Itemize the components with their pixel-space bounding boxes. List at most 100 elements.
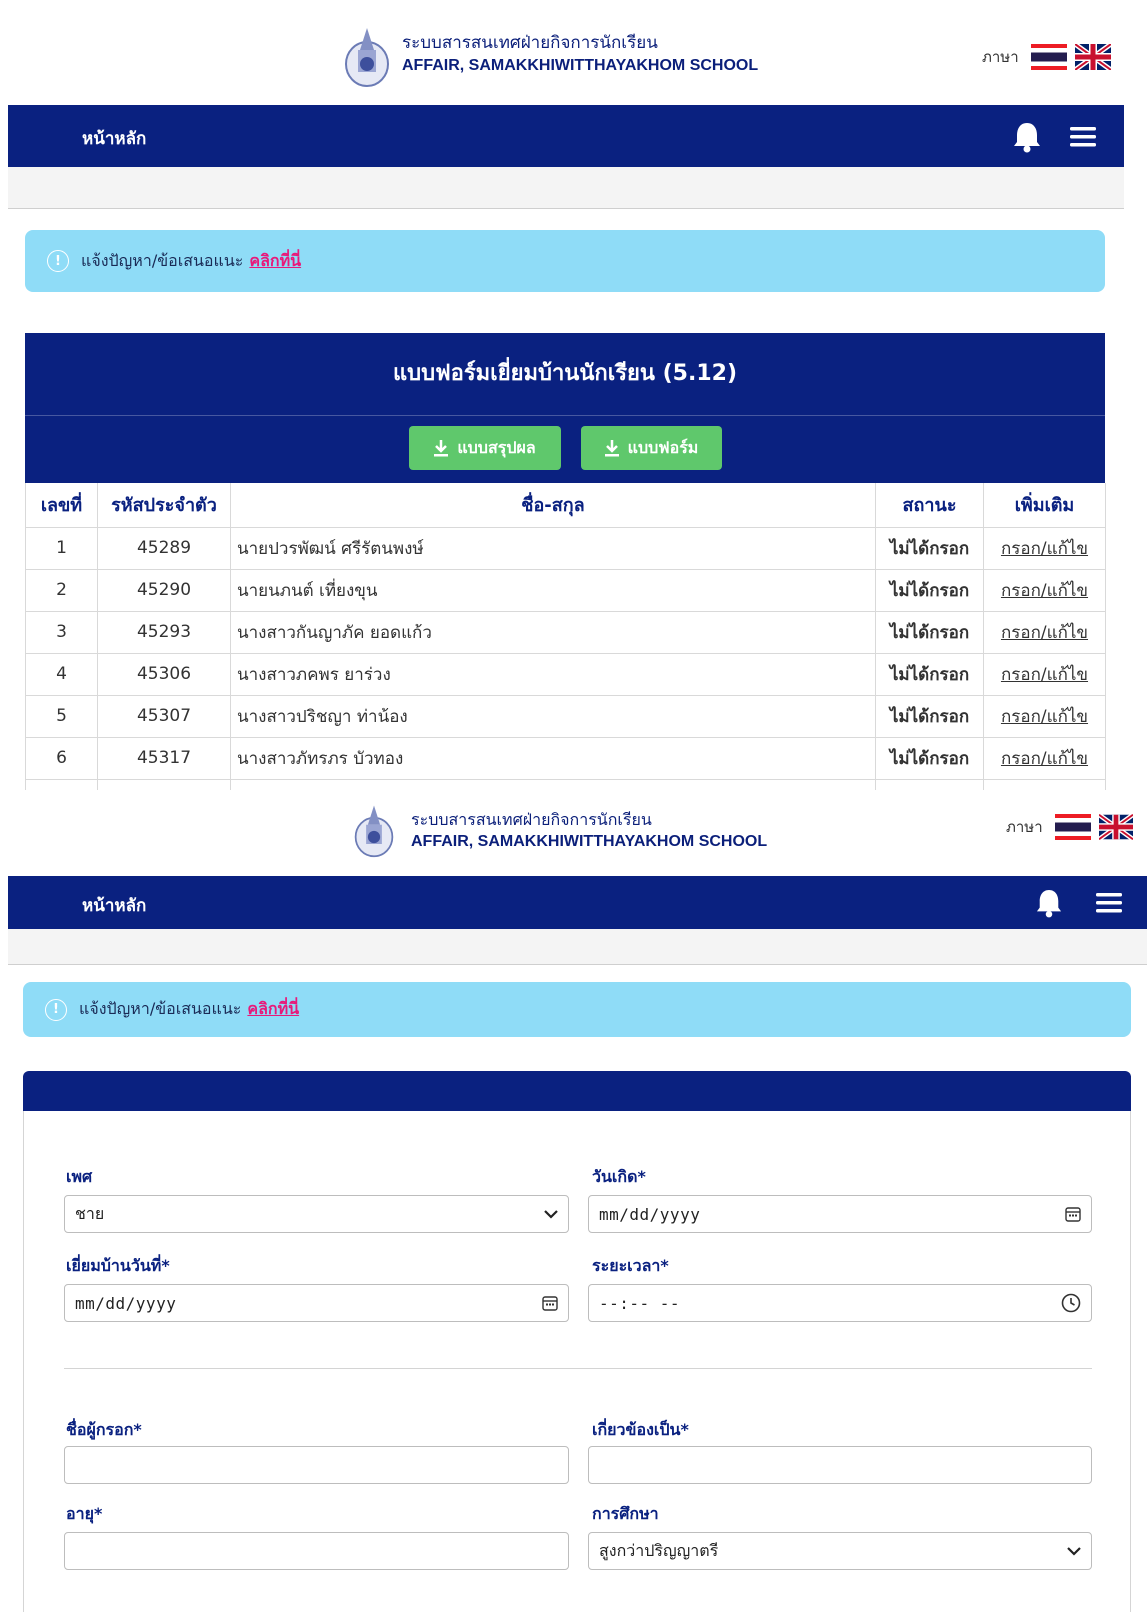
site-header: ระบบสารสนเทศฝ่ายกิจการนักเรียน AFFAIR, S… xyxy=(0,0,1147,100)
column-header-student-id: รหัสประจำตัว xyxy=(97,483,231,528)
site-title-english: AFFAIR, SAMAKKHIWITTHAYAKHOM SCHOOL xyxy=(411,833,768,850)
student-id: 45307 xyxy=(97,694,231,738)
screenshot-bottom: ระบบสารสนเทศฝ่ายกิจการนักเรียน AFFAIR, S… xyxy=(0,790,1147,1612)
birthdate-label: วันเกิด* xyxy=(592,1167,646,1186)
student-id: 45306 xyxy=(97,652,231,696)
age-label: อายุ* xyxy=(66,1504,103,1523)
age-input[interactable] xyxy=(64,1532,569,1570)
student-name: นางสาวปริชญา ท่าน้อง xyxy=(230,694,876,738)
chevron-down-icon xyxy=(544,1210,558,1219)
visit-date-input[interactable]: mm/dd/yyyy xyxy=(64,1284,569,1322)
row-number: 1 xyxy=(25,526,98,570)
school-crest-logo xyxy=(345,28,389,87)
fill-edit-link[interactable]: กรอก/แก้ไข xyxy=(983,526,1106,570)
fill-edit-link xyxy=(983,778,1106,790)
table-row xyxy=(25,778,1106,790)
column-header-status: สถานะ xyxy=(875,483,984,528)
status-badge: ไม่ได้กรอก xyxy=(875,568,984,612)
row-number: 2 xyxy=(25,568,98,612)
student-name: นางสาวภัทรภร บัวทอง xyxy=(230,736,876,780)
thai-flag-icon[interactable] xyxy=(1030,44,1067,70)
student-name: นายปวรพัฒน์ ศรีรัตนพงษ์ xyxy=(230,526,876,570)
language-label: ภาษา xyxy=(1006,818,1043,836)
clock-icon[interactable] xyxy=(1061,1293,1081,1313)
student-name: นายนภนต์ เที่ยงขุน xyxy=(230,568,876,612)
fill-edit-link[interactable]: กรอก/แก้ไข xyxy=(983,694,1106,738)
home-visit-card: แบบฟอร์มเยี่ยมบ้านนักเรียน (5.12) แบบสรุ… xyxy=(25,333,1105,483)
info-icon: ! xyxy=(45,998,67,1021)
student-id xyxy=(97,778,231,790)
form-button-label: แบบฟอร์ม xyxy=(627,439,699,457)
breadcrumb-bar xyxy=(8,929,1147,965)
status-badge: ไม่ได้กรอก xyxy=(875,652,984,696)
calendar-icon[interactable] xyxy=(542,1295,558,1311)
birthdate-placeholder: mm/dd/yyyy xyxy=(599,1204,701,1224)
visit-date-label: เยี่ยมบ้านวันที่* xyxy=(66,1256,170,1275)
form-download-button[interactable]: แบบฟอร์ม xyxy=(580,426,722,470)
uk-flag-icon[interactable] xyxy=(1098,814,1133,840)
fill-edit-link[interactable]: กรอก/แก้ไข xyxy=(983,568,1106,612)
summary-download-button[interactable]: แบบสรุปผล xyxy=(408,426,561,470)
gender-select[interactable]: ชาย xyxy=(64,1195,569,1233)
menu-icon[interactable] xyxy=(1096,893,1122,913)
duration-time-input[interactable]: --:-- -- xyxy=(588,1284,1092,1322)
student-name: นางสาวกันญาภัค ยอดแก้ว xyxy=(230,610,876,654)
feedback-alert: ! แจ้งปัญหา/ข้อเสนอแนะ คลิกที่นี่ xyxy=(25,230,1105,292)
bell-icon[interactable] xyxy=(1013,121,1041,153)
fill-edit-link[interactable]: กรอก/แก้ไข xyxy=(983,652,1106,696)
menu-icon[interactable] xyxy=(1070,127,1096,147)
student-name xyxy=(230,778,876,790)
bell-icon[interactable] xyxy=(1036,888,1062,918)
table-row: 4 45306 นางสาวภคพร ยาร่วง ไม่ได้กรอก กรอ… xyxy=(25,652,1106,696)
fill-edit-link[interactable]: กรอก/แก้ไข xyxy=(983,610,1106,654)
duration-label: ระยะเวลา* xyxy=(592,1256,669,1275)
chevron-down-icon xyxy=(1067,1547,1081,1556)
table-row: 3 45293 นางสาวกันญาภัค ยอดแก้ว ไม่ได้กรอ… xyxy=(25,610,1106,654)
uk-flag-icon[interactable] xyxy=(1074,44,1111,70)
top-navbar: หน้าหลัก xyxy=(8,876,1147,929)
thai-flag-icon[interactable] xyxy=(1054,814,1091,840)
status-badge: ไม่ได้กรอก xyxy=(875,526,984,570)
alert-click-here-link[interactable]: คลิกที่นี่ xyxy=(247,997,299,1022)
screenshot-top: ระบบสารสนเทศฝ่ายกิจการนักเรียน AFFAIR, S… xyxy=(0,0,1147,790)
summary-button-label: แบบสรุปผล xyxy=(457,439,536,457)
nav-home-link[interactable]: หน้าหลัก xyxy=(82,892,146,919)
site-title-thai: ระบบสารสนเทศฝ่ายกิจการนักเรียน xyxy=(402,33,658,53)
status-badge: ไม่ได้กรอก xyxy=(875,694,984,738)
column-header-no: เลขที่ xyxy=(25,483,98,528)
student-table: เลขที่ รหัสประจำตัว ชื่อ-สกุล สถานะ เพิ่… xyxy=(25,483,1106,790)
top-navbar: หน้าหลัก xyxy=(8,105,1124,167)
gender-label: เพศ xyxy=(66,1167,93,1186)
download-icon xyxy=(604,440,619,457)
alert-click-here-link[interactable]: คลิกที่นี่ xyxy=(249,249,301,274)
education-select[interactable]: สูงกว่าปริญญาตรี xyxy=(588,1532,1092,1570)
site-title-english: AFFAIR, SAMAKKHIWITTHAYAKHOM SCHOOL xyxy=(402,57,759,74)
status-badge: ไม่ได้กรอก xyxy=(875,610,984,654)
gender-select-value: ชาย xyxy=(75,1203,105,1223)
fill-edit-link[interactable]: กรอก/แก้ไข xyxy=(983,736,1106,780)
calendar-icon[interactable] xyxy=(1065,1206,1081,1222)
filler-name-label: ชื่อผู้กรอก* xyxy=(66,1420,142,1439)
table-row: 6 45317 นางสาวภัทรภร บัวทอง ไม่ได้กรอก ก… xyxy=(25,736,1106,780)
student-id: 45293 xyxy=(97,610,231,654)
nav-home-link[interactable]: หน้าหลัก xyxy=(82,125,146,152)
language-switcher: ภาษา xyxy=(982,44,1111,70)
alert-text: แจ้งปัญหา/ข้อเสนอแนะ xyxy=(79,999,242,1018)
education-label: การศึกษา xyxy=(592,1504,659,1523)
language-label: ภาษา xyxy=(982,48,1019,66)
language-switcher: ภาษา xyxy=(1006,814,1133,840)
birthdate-input[interactable]: mm/dd/yyyy xyxy=(588,1195,1092,1233)
student-id: 45289 xyxy=(97,526,231,570)
table-row: 5 45307 นางสาวปริชญา ท่าน้อง ไม่ได้กรอก … xyxy=(25,694,1106,738)
column-header-name: ชื่อ-สกุล xyxy=(230,483,876,528)
relation-input[interactable] xyxy=(588,1446,1092,1484)
filler-name-input[interactable] xyxy=(64,1446,569,1484)
row-number: 5 xyxy=(25,694,98,738)
breadcrumb-bar xyxy=(8,167,1124,209)
form-card-header xyxy=(23,1071,1131,1111)
table-row: 2 45290 นายนภนต์ เที่ยงขุน ไม่ได้กรอก กร… xyxy=(25,568,1106,612)
relation-label: เกี่ยวข้องเป็น* xyxy=(592,1420,689,1439)
site-title-thai: ระบบสารสนเทศฝ่ายกิจการนักเรียน xyxy=(411,810,652,829)
row-number: 6 xyxy=(25,736,98,780)
visit-date-placeholder: mm/dd/yyyy xyxy=(75,1293,177,1313)
